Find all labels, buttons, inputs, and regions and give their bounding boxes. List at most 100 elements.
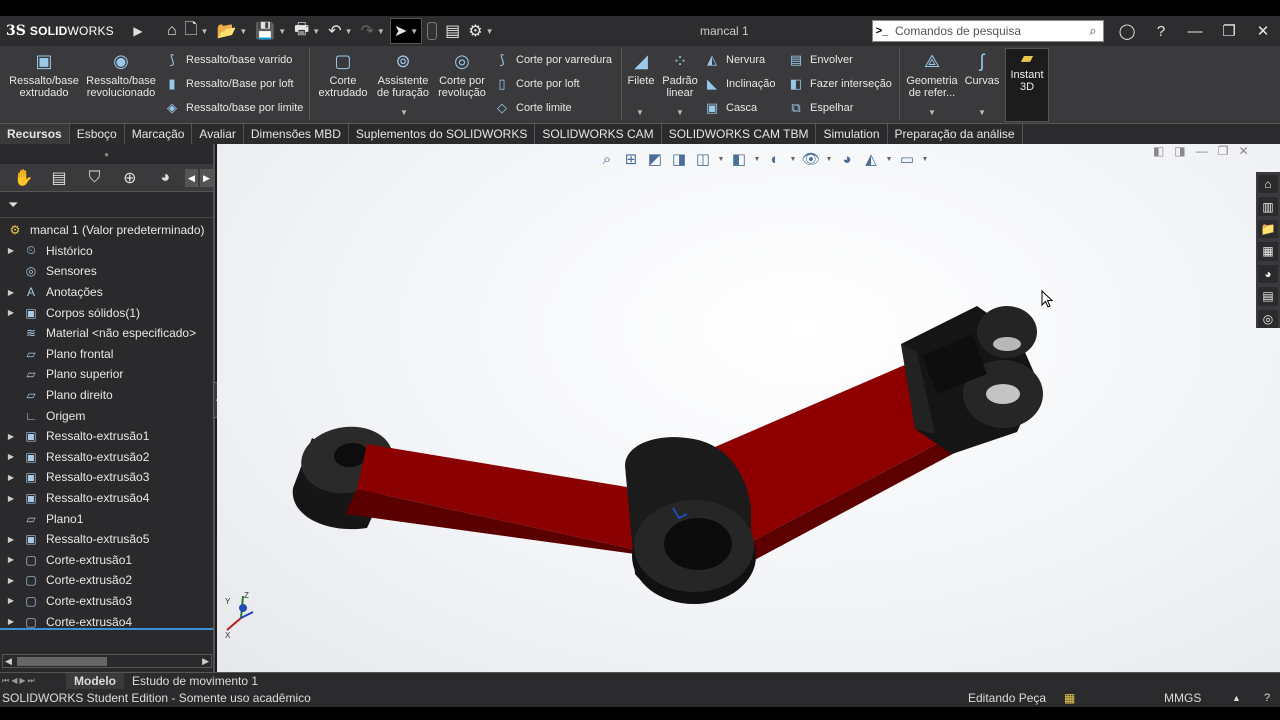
curves-button[interactable]: ʃ Curvas [963, 50, 1001, 87]
chevron-up-icon[interactable]: ▲ [1232, 693, 1241, 703]
help-icon[interactable]: ? [1264, 692, 1270, 704]
new-document-button[interactable]: 🗋 ▼ [182, 18, 212, 44]
linear-pattern-button[interactable]: ⁘ Padrão linear [661, 50, 699, 99]
restore-icon[interactable]: ❐ [1212, 22, 1246, 40]
tab-simulation[interactable]: Simulation [816, 124, 888, 144]
fillet-button[interactable]: ◢ Filete [625, 50, 657, 87]
expand-arrow-icon[interactable]: ▶ [0, 432, 22, 441]
extruded-boss-button[interactable]: ▣ Ressalto/base extrudado [8, 50, 80, 99]
chevron-down-icon[interactable]: ▼ [377, 27, 385, 36]
hole-wizard-button[interactable]: ⊚ Assistente de furação [375, 50, 431, 99]
tab-suplementos[interactable]: Suplementos do SOLIDWORKS [349, 124, 536, 144]
scroll-right-icon[interactable]: ▶ [202, 656, 209, 667]
tab-avaliar[interactable]: Avaliar [192, 124, 244, 144]
next-tab-icon[interactable]: ▶ [19, 676, 25, 686]
expand-arrow-icon[interactable]: ▶ [0, 617, 22, 626]
tab-marcacao[interactable]: Marcação [125, 124, 193, 144]
revolved-boss-button[interactable]: ◉ Ressalto/base revolucionado [84, 50, 158, 99]
tree-item[interactable]: ▱ Plano superior [0, 364, 213, 385]
minimize-icon[interactable]: — [1178, 23, 1212, 40]
solidworks-logo[interactable]: 3S SOLIDWORKS [0, 23, 130, 39]
scroll-left-icon[interactable]: ◀ [5, 656, 12, 667]
tab-preparacao-analise[interactable]: Preparação da análise [888, 124, 1023, 144]
tree-item[interactable]: ▶ ▢ Corte-extrusão3 [0, 591, 213, 612]
tree-item[interactable]: ▶ ▣ Ressalto-extrusão3 [0, 467, 213, 488]
shell-button[interactable]: ▣ Casca [704, 98, 757, 118]
undo-button[interactable]: ↶ ▼ [325, 18, 355, 44]
rib-button[interactable]: ◭ Nervura [704, 50, 765, 70]
scroll-left-icon[interactable]: ◀ [184, 168, 198, 187]
horizontal-scrollbar[interactable]: ◀ ▶ [2, 654, 212, 668]
chevron-down-icon[interactable]: ▼ [486, 27, 494, 36]
display-manager-tab-icon[interactable]: ◕ [148, 169, 183, 187]
wrap-button[interactable]: ▤ Envolver [788, 50, 853, 70]
configuration-manager-tab-icon[interactable]: ⛉ [77, 169, 112, 187]
print-button[interactable]: 🖶 ▼ [291, 18, 323, 44]
tree-item[interactable]: ▶ ▣ Ressalto-extrusão4 [0, 488, 213, 509]
lofted-boss-button[interactable]: ▮ Ressalto/Base por loft [164, 74, 293, 94]
feature-manager-tab-icon[interactable]: ✋ [6, 168, 41, 188]
command-search[interactable]: >_ Comandos de pesquisa ⌕ [872, 20, 1104, 42]
expand-arrow-icon[interactable]: ▶ [0, 576, 22, 585]
instant3d-button[interactable]: ▰ Instant 3D [1005, 48, 1049, 122]
part-model[interactable] [217, 144, 1280, 672]
chevron-down-icon[interactable]: ▼ [636, 108, 644, 117]
boundary-cut-button[interactable]: ◇ Corte limite [494, 98, 572, 118]
unit-system[interactable]: MMGS [1164, 691, 1201, 705]
tab-recursos[interactable]: Recursos [0, 124, 70, 144]
scrollbar-thumb[interactable] [17, 657, 107, 666]
tree-item[interactable]: ▶ ▣ Ressalto-extrusão1 [0, 426, 213, 447]
tree-item[interactable]: ▶ ⏲ Histórico [0, 241, 213, 262]
tree-root-part[interactable]: ⚙ mancal 1 (Valor predeterminado) [0, 220, 213, 241]
first-tab-icon[interactable]: ⏮ [2, 676, 9, 686]
rebuild-status-icon[interactable]: ▦ [1064, 691, 1075, 705]
save-button[interactable]: 💾 ▼ [252, 18, 289, 44]
expand-arrow-icon[interactable]: ▶ [0, 288, 22, 297]
chevron-down-icon[interactable]: ▼ [278, 27, 286, 36]
expand-arrow-icon[interactable]: ▶ [0, 308, 22, 317]
expand-arrow-icon[interactable]: ▶ [0, 494, 22, 503]
expand-arrow-icon[interactable]: ▶ [0, 473, 22, 482]
tab-estudo-movimento[interactable]: Estudo de movimento 1 [124, 673, 266, 690]
tree-item[interactable]: ∟ Origem [0, 405, 213, 426]
menu-expand-icon[interactable]: ▶ [130, 24, 146, 38]
chevron-down-icon[interactable]: ▼ [928, 108, 936, 117]
draft-button[interactable]: ◣ Inclinação [704, 74, 776, 94]
intersect-button[interactable]: ◧ Fazer interseção [788, 74, 892, 94]
chevron-down-icon[interactable]: ▼ [239, 27, 247, 36]
open-button[interactable]: 📂 ▼ [213, 18, 250, 44]
chevron-down-icon[interactable]: ▼ [312, 27, 320, 36]
expand-arrow-icon[interactable]: ▶ [0, 596, 22, 605]
boundary-boss-button[interactable]: ◈ Ressalto/base por limite [164, 98, 303, 118]
tree-item[interactable]: ▱ Plano frontal [0, 344, 213, 365]
chevron-down-icon[interactable]: ▼ [201, 27, 209, 36]
tree-item[interactable]: ▶ A Anotações [0, 282, 213, 303]
swept-boss-button[interactable]: ⟆ Ressalto/base varrido [164, 50, 292, 70]
tree-item[interactable]: ▱ Plano direito [0, 385, 213, 406]
search-input[interactable]: Comandos de pesquisa [891, 24, 1083, 38]
chevron-down-icon[interactable]: ▼ [978, 108, 986, 117]
scroll-right-icon[interactable]: ▶ [199, 168, 214, 187]
tab-modelo[interactable]: Modelo [66, 672, 124, 690]
select-button[interactable]: ➤ ▼ [389, 18, 423, 44]
panel-drag-handle[interactable]: ● [0, 144, 213, 164]
expand-arrow-icon[interactable]: ▶ [0, 555, 22, 564]
chevron-down-icon[interactable]: ▼ [410, 27, 418, 36]
chevron-down-icon[interactable]: ▼ [676, 108, 684, 117]
graphics-area[interactable]: ⌕ ⊞ ◩ ◨ ◫ ▼ ◧ ▼ ◐ ▼ 👁 ▼ ◕ ◭ ▼ ▭ ▼ ◧ ◨ — … [217, 144, 1280, 672]
tree-item[interactable]: ▶ ▢ Corte-extrusão2 [0, 570, 213, 591]
expand-arrow-icon[interactable]: ▶ [0, 535, 22, 544]
tree-item[interactable]: ▶ ▣ Ressalto-extrusão5 [0, 529, 213, 550]
tree-item[interactable]: ◎ Sensores [0, 261, 213, 282]
reference-geometry-button[interactable]: ⟁ Geometria de refer... [903, 50, 961, 99]
tree-item[interactable]: ▶ ▢ Corte-extrusão1 [0, 550, 213, 571]
chevron-down-icon[interactable]: ▼ [400, 108, 408, 117]
expand-arrow-icon[interactable]: ▶ [0, 452, 22, 461]
tab-dimensoes-mbd[interactable]: Dimensões MBD [244, 124, 349, 144]
search-icon[interactable]: ⌕ [1083, 23, 1103, 39]
previous-tab-icon[interactable]: ◀ [11, 676, 17, 686]
extruded-cut-button[interactable]: ▢ Corte extrudado [316, 50, 370, 99]
tree-item[interactable]: ≋ Material <não especificado> [0, 323, 213, 344]
close-icon[interactable]: ✕ [1246, 22, 1280, 40]
lofted-cut-button[interactable]: ▯ Corte por loft [494, 74, 579, 94]
